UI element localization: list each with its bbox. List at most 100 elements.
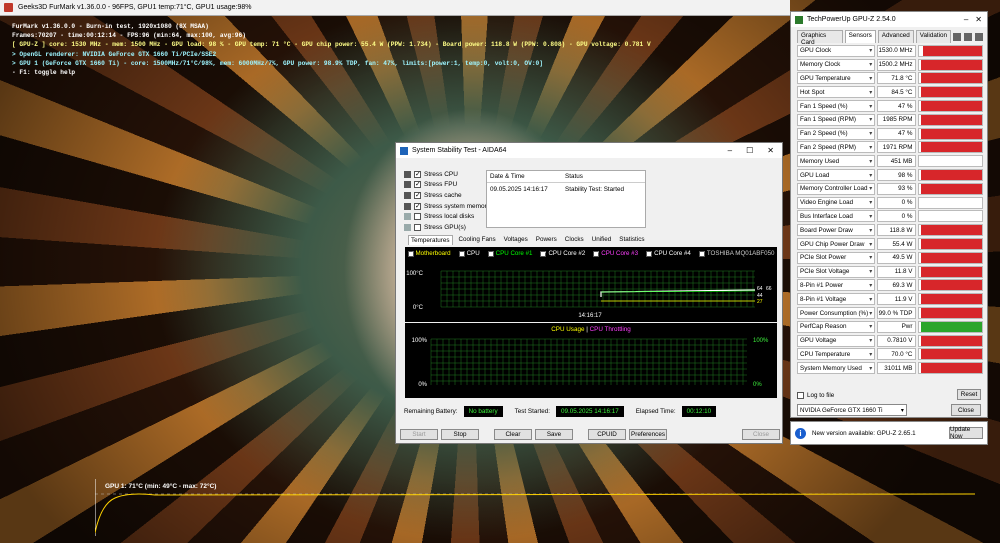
gpuz-titlebar: TechPowerUp GPU-Z 2.54.0 – ✕ [791, 12, 987, 27]
close-icon[interactable]: ✕ [975, 15, 982, 24]
furmark-window-title: Geeks3D FurMark v1.36.0.0 - 96FPS, GPU1 … [18, 4, 252, 11]
sensor-graph [918, 196, 983, 209]
sensor-name[interactable]: CPU Temperature [797, 348, 876, 361]
usage-title-throttling: CPU Throttling [589, 326, 631, 333]
sensor-name[interactable]: Memory Clock [797, 58, 876, 71]
sensor-name[interactable]: Video Engine Load [797, 196, 876, 209]
temp-right-value-4: 27 [757, 299, 763, 305]
camera-icon[interactable] [953, 32, 961, 41]
sensor-value: 1971 RPM [877, 141, 917, 154]
sensor-name[interactable]: GPU Clock [797, 44, 876, 57]
update-text: New version available: GPU-Z 2.65.1 [812, 429, 916, 437]
sensor-name[interactable]: Hot Spot [797, 86, 876, 99]
sensor-value: 1985 RPM [877, 113, 917, 126]
sensor-row: GPU Load98 % [797, 168, 983, 182]
stop-button[interactable]: Stop [441, 429, 479, 440]
sensor-name[interactable]: GPU Temperature [797, 72, 876, 85]
tab-advanced[interactable]: Advanced [877, 30, 914, 43]
gpuz-app-icon [795, 15, 803, 24]
sensor-name[interactable]: Power Consumption (%) [797, 307, 876, 320]
sensor-row: Power Consumption (%)99.0 % TDP [797, 306, 983, 320]
start-button[interactable]: Start [400, 429, 438, 440]
tab-statistics[interactable]: Statistics [617, 235, 646, 245]
tab-clocks[interactable]: Clocks [563, 235, 586, 245]
sensor-graph [918, 155, 983, 168]
sensor-name[interactable]: Fan 1 Speed (RPM) [797, 113, 876, 126]
sensor-value: 31011 MB [877, 362, 917, 375]
log-to-file-checkbox[interactable] [797, 391, 804, 399]
sensor-name[interactable]: Fan 2 Speed (RPM) [797, 141, 876, 154]
stress-checkbox[interactable] [414, 191, 421, 199]
sensor-name[interactable]: System Memory Used [797, 362, 876, 375]
sensor-graph-fill [922, 45, 982, 56]
minimize-icon[interactable]: – [964, 15, 968, 24]
sensor-name[interactable]: GPU Load [797, 169, 876, 182]
sensor-graph-fill [920, 335, 982, 346]
save-button[interactable]: Save [535, 429, 573, 440]
stress-checkbox[interactable] [414, 223, 421, 231]
preferences-button[interactable]: Preferences [629, 429, 667, 440]
minimize-icon[interactable]: – [728, 146, 732, 155]
aida-close-button[interactable]: Close [742, 429, 780, 440]
menu-icon[interactable] [975, 32, 983, 41]
stress-label: Stress system memory [424, 202, 491, 210]
sensor-name[interactable]: Fan 1 Speed (%) [797, 100, 876, 113]
aida-app-icon [400, 146, 408, 155]
sensor-value: 47 % [877, 127, 917, 140]
log-to-file-label: Log to file [807, 391, 835, 399]
sensor-value: 118.8 W [877, 224, 917, 237]
sensor-name[interactable]: 8-Pin #1 Voltage [797, 293, 876, 306]
maximize-icon[interactable]: ☐ [746, 146, 753, 155]
tab-graphics-card[interactable]: Graphics Card [797, 30, 843, 46]
sensor-name[interactable]: PerfCap Reason [797, 320, 876, 333]
sensor-row: Hot Spot84.5 °C [797, 85, 983, 99]
sensor-row: Board Power Draw118.8 W [797, 223, 983, 237]
clear-button[interactable]: Clear [494, 429, 532, 440]
sensor-row: PerfCap ReasonPwr [797, 320, 983, 334]
sensor-graph [918, 307, 983, 320]
sensor-graph [918, 113, 983, 126]
sensor-graph-fill [920, 280, 982, 291]
sensor-graph [918, 141, 983, 154]
sensor-name[interactable]: GPU Voltage [797, 334, 876, 347]
furmark-info-line: Frames:70207 - time:00:12:14 - FPS:96 (m… [12, 32, 246, 40]
gpu-select[interactable]: NVIDIA GeForce GTX 1660 Ti ▾ [797, 404, 907, 416]
sensor-name[interactable]: PCIe Slot Power [797, 251, 876, 264]
sensor-name[interactable]: Memory Used [797, 155, 876, 168]
temp-right-value-2: 66 [766, 286, 772, 292]
close-icon[interactable]: ✕ [767, 146, 774, 155]
cpuid-button[interactable]: CPUID [588, 429, 626, 440]
tab-validation[interactable]: Validation [915, 30, 951, 43]
update-now-button[interactable]: Update Now [949, 426, 983, 440]
furmark-info-line: - F1: toggle help [12, 69, 76, 77]
reset-button[interactable]: Reset [957, 389, 981, 400]
stress-checkbox[interactable] [414, 180, 421, 189]
stress-option: Stress CPU [404, 169, 490, 180]
stress-checkbox[interactable] [414, 213, 421, 221]
sensor-name[interactable]: 8-Pin #1 Power [797, 279, 876, 292]
stress-option: Stress FPU [404, 180, 490, 191]
tab-temperatures[interactable]: Temperatures [408, 235, 453, 245]
gpuz-close-button[interactable]: Close [951, 404, 981, 416]
sensor-name[interactable]: GPU Chip Power Draw [797, 238, 876, 251]
stress-checkbox[interactable] [414, 170, 421, 178]
tab-sensors[interactable]: Sensors [844, 30, 876, 43]
usage-title-cpu: CPU Usage [551, 326, 585, 333]
sensor-name[interactable]: Board Power Draw [797, 224, 876, 237]
sensor-value: 84.5 °C [877, 86, 917, 99]
tab-cooling-fans[interactable]: Cooling Fans [457, 235, 498, 245]
stress-checkbox[interactable] [414, 202, 421, 210]
furmark-info-line: > OpenGL renderer: NVIDIA GeForce GTX 16… [12, 50, 217, 58]
refresh-icon[interactable] [964, 32, 972, 41]
usage-ymax-left: 100% [412, 338, 428, 344]
tab-voltages[interactable]: Voltages [502, 235, 530, 245]
sensor-name[interactable]: Bus Interface Load [797, 210, 876, 223]
sensor-name[interactable]: Memory Controller Load [797, 182, 876, 195]
sensor-name[interactable]: PCIe Slot Voltage [797, 265, 876, 278]
tab-unified[interactable]: Unified [590, 235, 614, 245]
sensor-name[interactable]: Fan 2 Speed (%) [797, 127, 876, 140]
status-bar: Remaining Battery: No battery Test Start… [404, 405, 776, 418]
stress-label: Stress CPU [424, 170, 458, 178]
tab-powers[interactable]: Powers [534, 235, 559, 245]
furmark-info-overlay: FurMark v1.36.0.0 - Burn-in test, 1920x1… [12, 22, 651, 77]
